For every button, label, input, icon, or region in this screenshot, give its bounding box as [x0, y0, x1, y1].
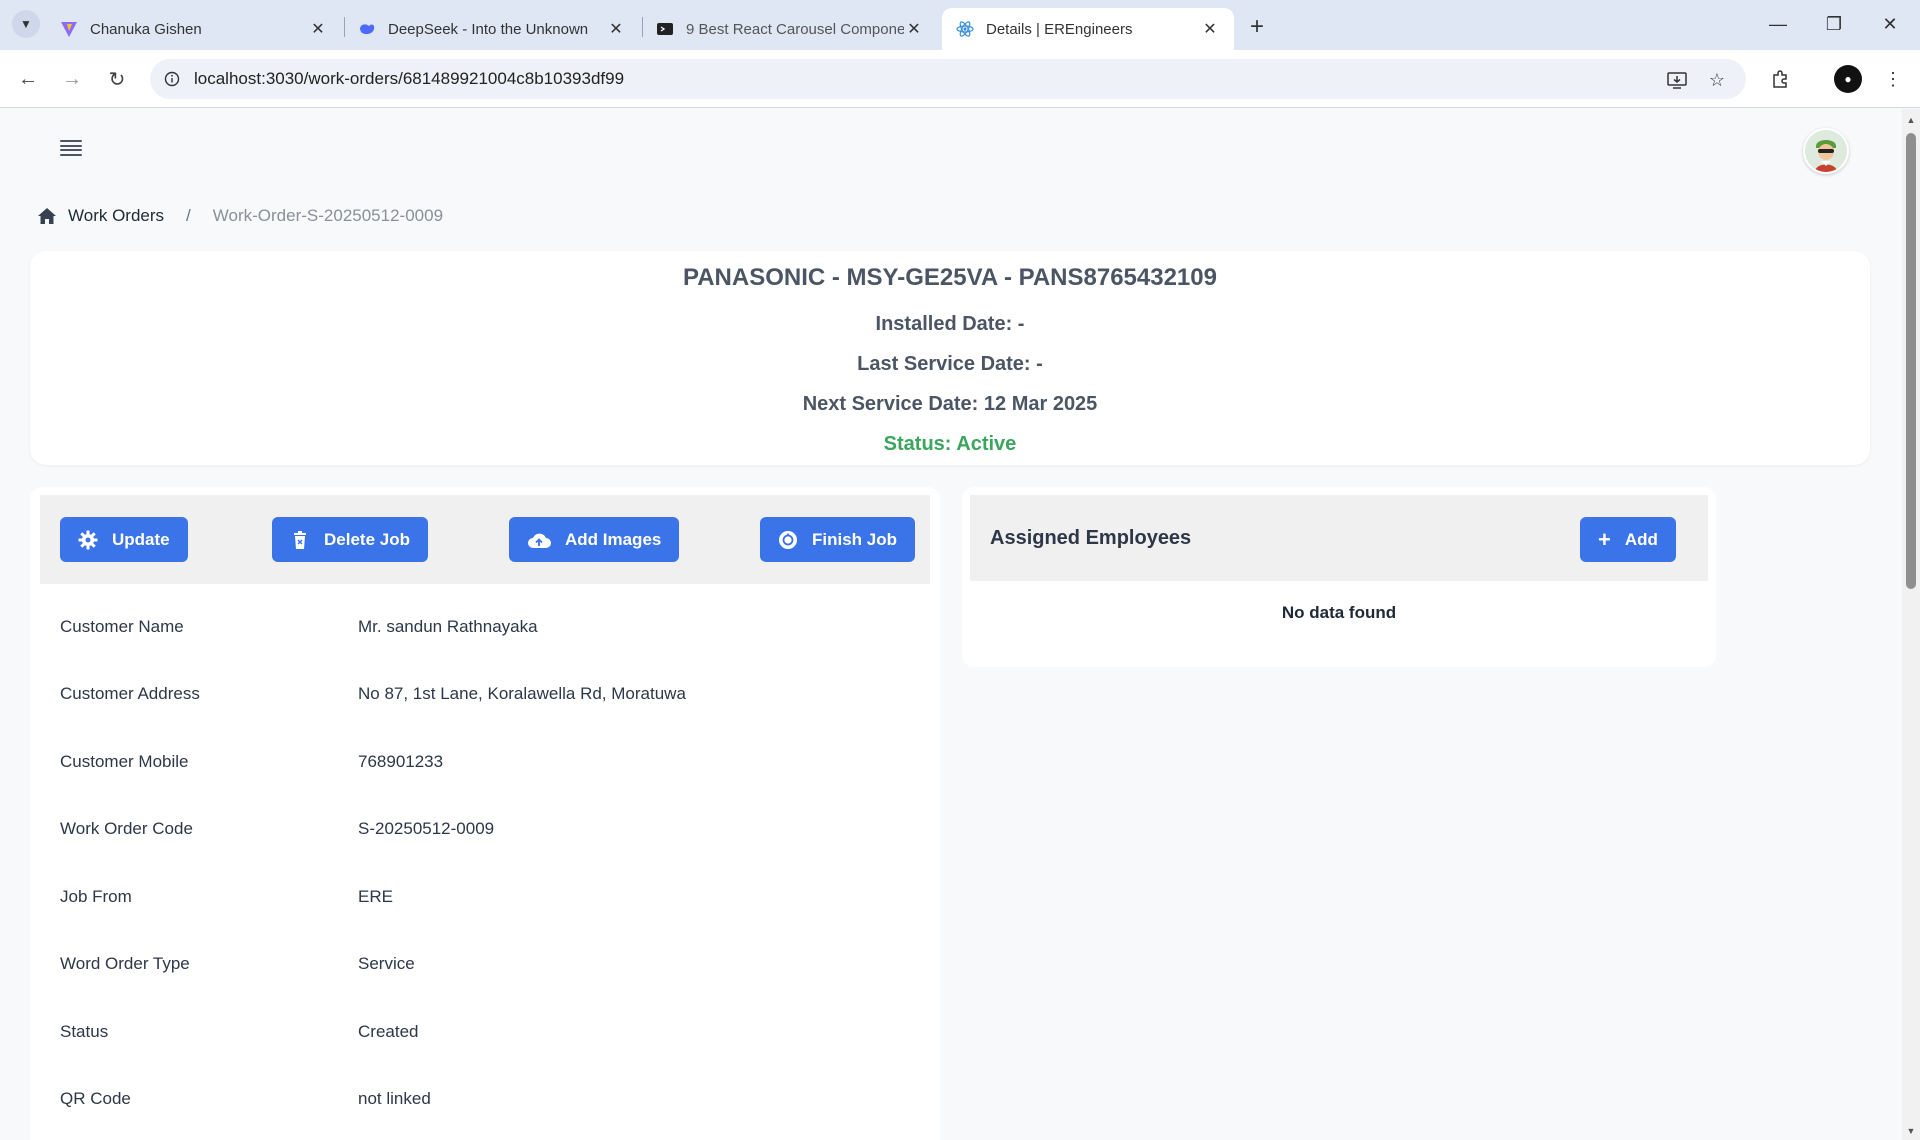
close-tab-icon[interactable]: ✕ — [1200, 19, 1220, 39]
next-service-date: Next Service Date: 12 Mar 2025 — [802, 393, 1098, 415]
detail-value: No 87, 1st Lane, Koralawella Rd, Moratuw… — [358, 684, 686, 703]
detail-row-work-order-type: Word Order Type Service — [60, 954, 920, 984]
detail-row-customer-address: Customer Address No 87, 1st Lane, Korala… — [60, 684, 920, 714]
update-label: Update — [112, 529, 170, 549]
detail-value: ERE — [358, 887, 393, 906]
react-icon — [956, 20, 974, 38]
tab-title: Chanuka Gishen — [90, 20, 202, 38]
installed-date: Installed Date: - — [875, 313, 1025, 335]
detail-value: Created — [358, 1022, 419, 1041]
deepseek-icon — [358, 20, 376, 38]
add-images-button[interactable]: Add Images — [509, 517, 680, 562]
plus-icon: + — [1598, 526, 1611, 552]
cloud-upload-icon — [527, 530, 551, 550]
tab-title: Details | EREngineers — [986, 20, 1133, 38]
assigned-employees-card: Assigned Employees + Add No data found — [962, 487, 1716, 667]
detail-row-status: Status Created — [60, 1022, 920, 1052]
gear-icon — [78, 530, 98, 550]
breadcrumb: Work Orders / Work-Order-S-20250512-0009 — [36, 205, 443, 227]
browser-tab-1[interactable]: Chanuka Gishen ✕ — [46, 8, 342, 50]
breadcrumb-current: Work-Order-S-20250512-0009 — [212, 206, 444, 225]
detail-label: QR Code — [60, 1089, 131, 1108]
detail-label: Work Order Code — [60, 819, 193, 838]
scrollbar-thumb[interactable] — [1906, 133, 1916, 589]
detail-value: S-20250512-0009 — [358, 819, 495, 838]
detail-value: Mr. sandun Rathnayaka — [358, 617, 538, 636]
add-employee-button[interactable]: + Add — [1580, 517, 1676, 562]
tab-title: DeepSeek - Into the Unknown — [388, 20, 589, 38]
page-content: Work Orders / Work-Order-S-20250512-0009… — [0, 109, 1902, 1140]
close-tab-icon[interactable]: ✕ — [606, 19, 626, 39]
close-tab-icon[interactable]: ✕ — [308, 19, 328, 39]
vite-icon — [60, 20, 78, 38]
tab-search-chevron-icon[interactable]: ▼ — [12, 10, 40, 38]
forward-arrow-icon[interactable]: → — [57, 64, 87, 94]
detail-label: Job From — [60, 887, 132, 906]
update-button[interactable]: Update — [60, 517, 188, 562]
assigned-employees-title: Assigned Employees — [990, 527, 1192, 549]
detail-row-work-order-code: Work Order Code S-20250512-0009 — [60, 819, 920, 849]
detail-label: Customer Address — [60, 684, 200, 703]
detail-label: Word Order Type — [60, 954, 190, 973]
browser-menu-icon[interactable]: ⋮ — [1878, 64, 1908, 94]
detail-row-qr-code: QR Code not linked — [60, 1089, 920, 1119]
tab-title: 9 Best React Carousel Componen — [686, 20, 904, 38]
last-service-date: Last Service Date: - — [857, 353, 1043, 375]
restore-icon[interactable]: ❐ — [1814, 10, 1854, 38]
device-summary-card: PANASONIC - MSY-GE25VA - PANS8765432109 … — [30, 251, 1870, 465]
add-label: Add — [1624, 529, 1658, 549]
close-window-icon[interactable]: ✕ — [1870, 10, 1910, 38]
detail-value: Service — [358, 954, 415, 973]
bookmark-star-icon[interactable]: ☆ — [1702, 65, 1732, 95]
detail-value: not linked — [358, 1089, 431, 1108]
browser-tab-2[interactable]: DeepSeek - Into the Unknown ✕ — [344, 8, 640, 50]
browser-tab-3[interactable]: 9 Best React Carousel Componen ✕ — [642, 8, 938, 50]
add-images-label: Add Images — [565, 529, 662, 549]
reload-icon[interactable]: ↻ — [102, 64, 132, 94]
detail-row-customer-name: Customer Name Mr. sandun Rathnayaka — [60, 617, 920, 647]
browser-toolbar: ← → ↻ localhost:3030/work-orders/6814899… — [0, 50, 1920, 108]
no-data-message: No data found — [1281, 603, 1397, 622]
trash-icon — [290, 530, 310, 550]
terminal-icon — [656, 20, 674, 38]
address-bar[interactable]: localhost:3030/work-orders/681489921004c… — [150, 59, 1746, 99]
device-status: Status: Active — [883, 433, 1017, 455]
detail-label: Status — [60, 1022, 109, 1041]
action-bar: Update Delete Job Add Images Finish Job — [40, 495, 930, 584]
page-scrollbar[interactable]: ▲ ▼ — [1902, 109, 1920, 1140]
user-avatar[interactable] — [1803, 128, 1849, 174]
device-title: PANASONIC - MSY-GE25VA - PANS8765432109 — [683, 264, 1217, 291]
assigned-employees-header: Assigned Employees + Add — [970, 495, 1708, 581]
home-icon[interactable] — [36, 205, 58, 227]
finish-circle-icon — [778, 530, 798, 550]
scroll-down-arrow-icon[interactable]: ▼ — [1906, 1126, 1916, 1136]
browser-tab-4-active[interactable]: Details | EREngineers ✕ — [942, 8, 1234, 50]
finish-job-label: Finish Job — [812, 529, 897, 549]
delete-job-label: Delete Job — [324, 529, 410, 549]
close-tab-icon[interactable]: ✕ — [904, 19, 924, 39]
breadcrumb-separator: / — [186, 206, 191, 225]
detail-row-job-from: Job From ERE — [60, 887, 920, 917]
install-app-icon[interactable] — [1662, 65, 1692, 95]
extensions-puzzle-icon[interactable] — [1766, 64, 1796, 94]
detail-row-customer-mobile: Customer Mobile 768901233 — [60, 752, 920, 782]
delete-job-button[interactable]: Delete Job — [272, 517, 428, 562]
detail-label: Customer Name — [60, 617, 184, 636]
scroll-up-arrow-icon[interactable]: ▲ — [1906, 115, 1916, 125]
finish-job-button[interactable]: Finish Job — [760, 517, 915, 562]
site-info-icon[interactable] — [154, 61, 190, 97]
browser-tab-strip: ▼ Chanuka Gishen ✕ DeepSeek - Into the U… — [0, 0, 1920, 50]
minimize-icon[interactable]: — — [1758, 10, 1798, 38]
detail-value: 768901233 — [358, 752, 444, 771]
detail-label: Customer Mobile — [60, 752, 189, 771]
breadcrumb-work-orders-link[interactable]: Work Orders — [68, 206, 164, 226]
back-arrow-icon[interactable]: ← — [13, 64, 43, 94]
hamburger-menu-icon[interactable] — [58, 137, 84, 159]
browser-profile-avatar[interactable]: ● — [1834, 65, 1862, 93]
url-text: localhost:3030/work-orders/681489921004c… — [194, 69, 625, 88]
work-order-details-card: Update Delete Job Add Images Finish Job — [30, 487, 940, 1140]
new-tab-plus-icon[interactable]: + — [1244, 13, 1270, 40]
